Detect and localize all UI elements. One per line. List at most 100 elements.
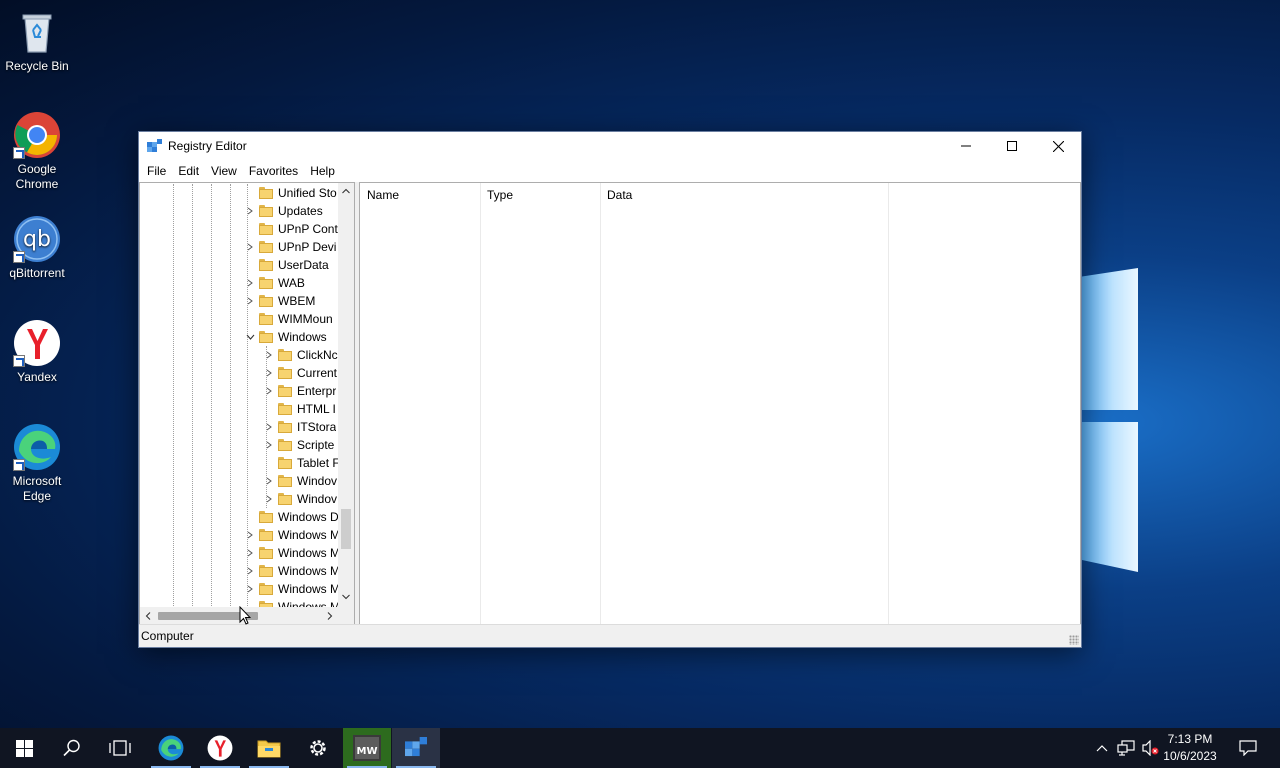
minimize-button[interactable] <box>943 132 989 160</box>
chevron-down-icon[interactable] <box>244 331 256 343</box>
tree-node[interactable]: Windows M <box>244 526 340 544</box>
taskbar-edge[interactable] <box>147 728 195 768</box>
desktop-icon-recycle-bin[interactable]: Recycle Bin <box>2 8 72 74</box>
tree-node[interactable]: ITStora <box>263 418 336 436</box>
tree-vertical-scrollbar[interactable] <box>338 183 354 607</box>
tree-node[interactable]: Unified Sto <box>244 184 337 202</box>
menu-view[interactable]: View <box>205 160 243 182</box>
folder-icon <box>259 331 273 343</box>
taskbar-registry-editor[interactable] <box>392 728 440 768</box>
tree-node[interactable]: Updates <box>244 202 323 220</box>
tree-node[interactable]: WAB <box>244 274 305 292</box>
desktop-icon-yandex[interactable]: Yandex <box>2 319 72 385</box>
title-bar[interactable]: Registry Editor <box>139 132 1081 160</box>
show-hidden-icons-button[interactable] <box>1092 728 1112 768</box>
column-header-name[interactable]: Name <box>360 183 480 207</box>
tree-node-expanded[interactable]: Windows <box>244 328 327 346</box>
desktop-icon-google-chrome[interactable]: Google Chrome <box>2 111 72 192</box>
menu-favorites[interactable]: Favorites <box>243 160 304 182</box>
tree-node[interactable]: Windows D <box>244 508 339 526</box>
maximize-button[interactable] <box>989 132 1035 160</box>
search-button[interactable] <box>48 728 96 768</box>
column-header-type[interactable]: Type <box>480 183 600 207</box>
menu-help[interactable]: Help <box>304 160 341 182</box>
edge-icon <box>13 423 61 471</box>
folder-icon <box>259 223 273 235</box>
chevron-right-icon[interactable] <box>244 583 256 595</box>
chevron-right-icon[interactable] <box>263 385 275 397</box>
values-list-pane[interactable]: Name Type Data <box>359 182 1081 625</box>
tree-node[interactable]: ClickNc <box>263 346 338 364</box>
desktop-icon-qbittorrent[interactable]: qb qBittorrent <box>2 215 72 281</box>
tree-node[interactable]: Windov <box>263 472 337 490</box>
menu-file[interactable]: File <box>141 160 172 182</box>
tree-node[interactable]: Windows M <box>244 544 340 562</box>
registry-editor-icon <box>405 737 427 757</box>
chevron-right-icon[interactable] <box>244 547 256 559</box>
tree-node[interactable]: Enterpr <box>263 382 336 400</box>
desktop-icon-label: Yandex <box>17 370 57 384</box>
windows-logo-icon <box>15 739 33 757</box>
chevron-right-icon[interactable] <box>263 349 275 361</box>
tree-node[interactable]: WIMMoun <box>244 310 333 328</box>
tree-node[interactable]: Tablet F <box>263 454 340 472</box>
taskbar-settings[interactable] <box>294 728 342 768</box>
clock[interactable]: 7:13 PM 10/6/2023 <box>1158 731 1222 765</box>
content-area: Unified Sto Updates UPnP Cont UPnP Devi … <box>139 182 1081 625</box>
chevron-right-icon[interactable] <box>263 421 275 433</box>
desktop-icon-microsoft-edge[interactable]: Microsoft Edge <box>2 423 72 504</box>
chevron-right-icon[interactable] <box>244 529 256 541</box>
tree-node[interactable]: Scripte <box>263 436 334 454</box>
network-button[interactable] <box>1115 728 1137 768</box>
scroll-left-button[interactable] <box>140 607 156 624</box>
tree-node[interactable]: Windows M <box>244 562 340 580</box>
taskbar-yandex[interactable] <box>196 728 244 768</box>
folder-icon <box>257 740 281 758</box>
tree-node[interactable]: UPnP Devi <box>244 238 336 256</box>
vertical-scroll-thumb[interactable] <box>341 509 351 549</box>
folder-icon <box>259 583 273 595</box>
scroll-down-button[interactable] <box>338 589 354 605</box>
chevron-right-icon[interactable] <box>244 295 256 307</box>
chevron-right-icon[interactable] <box>244 205 256 217</box>
tree-node[interactable]: Windov <box>263 490 337 508</box>
chevron-right-icon[interactable] <box>263 367 275 379</box>
start-button[interactable] <box>0 728 48 768</box>
tree-node[interactable]: WBEM <box>244 292 315 310</box>
menu-edit[interactable]: Edit <box>172 160 205 182</box>
column-header-data[interactable]: Data <box>600 183 888 207</box>
folder-icon <box>259 565 273 577</box>
column-divider[interactable] <box>888 183 889 624</box>
scroll-right-button[interactable] <box>322 607 338 624</box>
yandex-icon <box>207 735 233 761</box>
chevron-right-icon[interactable] <box>263 439 275 451</box>
task-view-icon <box>109 740 131 756</box>
chevron-up-icon <box>342 188 350 194</box>
task-view-button[interactable] <box>96 728 144 768</box>
chevron-right-icon[interactable] <box>244 565 256 577</box>
tree-node[interactable]: Windows M <box>244 580 340 598</box>
menu-bar: File Edit View Favorites Help <box>139 160 1081 182</box>
chevron-right-icon[interactable] <box>244 241 256 253</box>
scroll-up-button[interactable] <box>338 183 354 199</box>
resize-grip-icon[interactable] <box>1069 635 1079 645</box>
tree-node[interactable]: HTML I <box>263 400 336 418</box>
tree-guide-line <box>230 184 231 608</box>
tree-node[interactable]: UPnP Cont <box>244 220 338 238</box>
chevron-up-icon <box>1096 745 1108 752</box>
status-path: Computer <box>141 629 194 643</box>
taskbar-file-explorer[interactable] <box>245 728 293 768</box>
chevron-right-icon[interactable] <box>244 277 256 289</box>
close-button[interactable] <box>1035 132 1081 160</box>
chevron-right-icon[interactable] <box>263 475 275 487</box>
tree-view[interactable]: Unified Sto Updates UPnP Cont UPnP Devi … <box>140 184 340 608</box>
tree-node[interactable]: Current <box>263 364 337 382</box>
column-divider[interactable] <box>600 183 601 624</box>
action-center-button[interactable] <box>1232 728 1264 768</box>
taskbar-game-app[interactable]: MW <box>343 728 391 768</box>
column-divider[interactable] <box>480 183 481 624</box>
volume-muted-icon <box>1142 740 1159 756</box>
chevron-right-icon[interactable] <box>263 493 275 505</box>
tree-node[interactable]: UserData <box>244 256 329 274</box>
clock-time: 7:13 PM <box>1167 732 1213 746</box>
